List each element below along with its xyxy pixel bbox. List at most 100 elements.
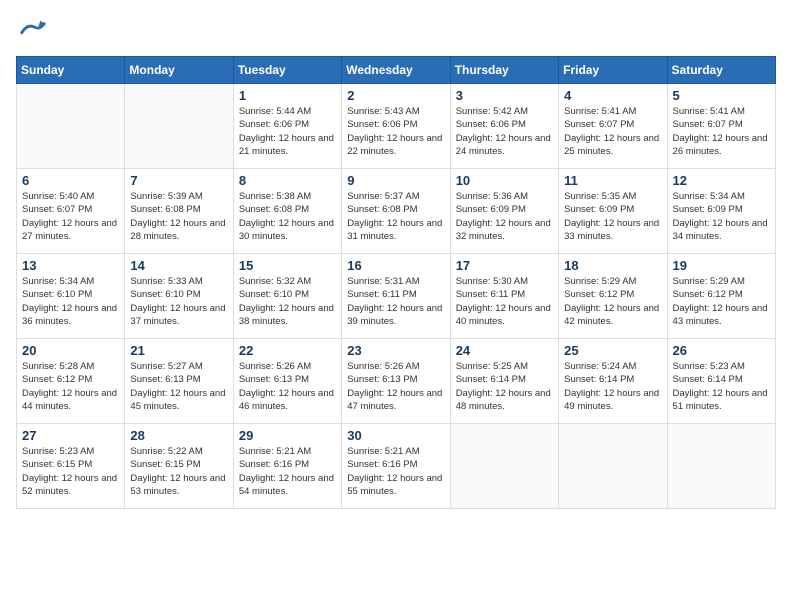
- calendar-cell: 22 Sunrise: 5:26 AMSunset: 6:13 PMDayligh…: [233, 339, 341, 424]
- calendar-table: SundayMondayTuesdayWednesdayThursdayFrid…: [16, 56, 776, 509]
- day-number: 13: [22, 258, 119, 273]
- day-info: Sunrise: 5:26 AMSunset: 6:13 PMDaylight:…: [347, 360, 444, 413]
- day-info: Sunrise: 5:29 AMSunset: 6:12 PMDaylight:…: [564, 275, 661, 328]
- calendar-cell: 18 Sunrise: 5:29 AMSunset: 6:12 PMDayligh…: [559, 254, 667, 339]
- calendar-cell: 17 Sunrise: 5:30 AMSunset: 6:11 PMDayligh…: [450, 254, 558, 339]
- calendar-cell: 24 Sunrise: 5:25 AMSunset: 6:14 PMDayligh…: [450, 339, 558, 424]
- day-number: 28: [130, 428, 227, 443]
- day-number: 6: [22, 173, 119, 188]
- day-header-sunday: Sunday: [17, 57, 125, 84]
- calendar-cell: 27 Sunrise: 5:23 AMSunset: 6:15 PMDayligh…: [17, 424, 125, 509]
- day-header-wednesday: Wednesday: [342, 57, 450, 84]
- calendar-cell: 14 Sunrise: 5:33 AMSunset: 6:10 PMDayligh…: [125, 254, 233, 339]
- day-info: Sunrise: 5:30 AMSunset: 6:11 PMDaylight:…: [456, 275, 553, 328]
- calendar-cell: 11Sunrise: 5:35 AMSunset: 6:09 PMDayligh…: [559, 169, 667, 254]
- calendar-cell: 30 Sunrise: 5:21 AMSunset: 6:16 PMDayligh…: [342, 424, 450, 509]
- day-number: 18: [564, 258, 661, 273]
- day-info: Sunrise: 5:34 AMSunset: 6:10 PMDaylight:…: [22, 275, 119, 328]
- day-number: 29: [239, 428, 336, 443]
- calendar-cell: 2 Sunrise: 5:43 AMSunset: 6:06 PMDaylight…: [342, 84, 450, 169]
- day-info: Sunrise: 5:35 AMSunset: 6:09 PMDaylight:…: [564, 190, 661, 243]
- calendar-cell: 12 Sunrise: 5:34 AMSunset: 6:09 PMDayligh…: [667, 169, 775, 254]
- calendar-cell: 13 Sunrise: 5:34 AMSunset: 6:10 PMDayligh…: [17, 254, 125, 339]
- calendar-week-4: 20 Sunrise: 5:28 AMSunset: 6:12 PMDayligh…: [17, 339, 776, 424]
- day-number: 24: [456, 343, 553, 358]
- day-number: 26: [673, 343, 770, 358]
- day-header-saturday: Saturday: [667, 57, 775, 84]
- page-header: [16, 16, 776, 44]
- day-info: Sunrise: 5:39 AMSunset: 6:08 PMDaylight:…: [130, 190, 227, 243]
- calendar-cell: 28 Sunrise: 5:22 AMSunset: 6:15 PMDayligh…: [125, 424, 233, 509]
- day-info: Sunrise: 5:41 AMSunset: 6:07 PMDaylight:…: [564, 105, 661, 158]
- day-header-monday: Monday: [125, 57, 233, 84]
- calendar-cell: 10Sunrise: 5:36 AMSunset: 6:09 PMDayligh…: [450, 169, 558, 254]
- day-info: Sunrise: 5:23 AMSunset: 6:14 PMDaylight:…: [673, 360, 770, 413]
- day-info: Sunrise: 5:24 AMSunset: 6:14 PMDaylight:…: [564, 360, 661, 413]
- calendar-cell: 20 Sunrise: 5:28 AMSunset: 6:12 PMDayligh…: [17, 339, 125, 424]
- day-number: 2: [347, 88, 444, 103]
- day-number: 20: [22, 343, 119, 358]
- day-info: Sunrise: 5:23 AMSunset: 6:15 PMDaylight:…: [22, 445, 119, 498]
- day-number: 30: [347, 428, 444, 443]
- calendar-week-1: 1 Sunrise: 5:44 AMSunset: 6:06 PMDaylight…: [17, 84, 776, 169]
- day-info: Sunrise: 5:29 AMSunset: 6:12 PMDaylight:…: [673, 275, 770, 328]
- calendar-cell: 21Sunrise: 5:27 AMSunset: 6:13 PMDayligh…: [125, 339, 233, 424]
- day-info: Sunrise: 5:38 AMSunset: 6:08 PMDaylight:…: [239, 190, 336, 243]
- day-number: 15: [239, 258, 336, 273]
- calendar-cell: 5 Sunrise: 5:41 AMSunset: 6:07 PMDaylight…: [667, 84, 775, 169]
- day-number: 22: [239, 343, 336, 358]
- calendar-cell: 26 Sunrise: 5:23 AMSunset: 6:14 PMDayligh…: [667, 339, 775, 424]
- day-number: 23: [347, 343, 444, 358]
- calendar-cell: 25 Sunrise: 5:24 AMSunset: 6:14 PMDayligh…: [559, 339, 667, 424]
- day-info: Sunrise: 5:44 AMSunset: 6:06 PMDaylight:…: [239, 105, 336, 158]
- day-header-tuesday: Tuesday: [233, 57, 341, 84]
- calendar-cell: 9Sunrise: 5:37 AMSunset: 6:08 PMDaylight…: [342, 169, 450, 254]
- day-info: Sunrise: 5:27 AMSunset: 6:13 PMDaylight:…: [130, 360, 227, 413]
- day-info: Sunrise: 5:26 AMSunset: 6:13 PMDaylight:…: [239, 360, 336, 413]
- logo-icon: [18, 16, 46, 44]
- day-number: 27: [22, 428, 119, 443]
- calendar-cell: 8 Sunrise: 5:38 AMSunset: 6:08 PMDaylight…: [233, 169, 341, 254]
- calendar-cell: [17, 84, 125, 169]
- day-info: Sunrise: 5:33 AMSunset: 6:10 PMDaylight:…: [130, 275, 227, 328]
- calendar-cell: 6 Sunrise: 5:40 AMSunset: 6:07 PMDaylight…: [17, 169, 125, 254]
- day-number: 8: [239, 173, 336, 188]
- calendar-cell: 19 Sunrise: 5:29 AMSunset: 6:12 PMDayligh…: [667, 254, 775, 339]
- calendar-cell: 23 Sunrise: 5:26 AMSunset: 6:13 PMDayligh…: [342, 339, 450, 424]
- calendar-cell: [450, 424, 558, 509]
- day-number: 12: [673, 173, 770, 188]
- calendar-week-2: 6 Sunrise: 5:40 AMSunset: 6:07 PMDaylight…: [17, 169, 776, 254]
- day-number: 25: [564, 343, 661, 358]
- day-info: Sunrise: 5:25 AMSunset: 6:14 PMDaylight:…: [456, 360, 553, 413]
- calendar-cell: 15 Sunrise: 5:32 AMSunset: 6:10 PMDayligh…: [233, 254, 341, 339]
- day-info: Sunrise: 5:21 AMSunset: 6:16 PMDaylight:…: [239, 445, 336, 498]
- calendar-cell: 1 Sunrise: 5:44 AMSunset: 6:06 PMDaylight…: [233, 84, 341, 169]
- calendar-week-5: 27 Sunrise: 5:23 AMSunset: 6:15 PMDayligh…: [17, 424, 776, 509]
- day-info: Sunrise: 5:21 AMSunset: 6:16 PMDaylight:…: [347, 445, 444, 498]
- day-header-friday: Friday: [559, 57, 667, 84]
- calendar-header-row: SundayMondayTuesdayWednesdayThursdayFrid…: [17, 57, 776, 84]
- day-info: Sunrise: 5:34 AMSunset: 6:09 PMDaylight:…: [673, 190, 770, 243]
- day-number: 14: [130, 258, 227, 273]
- day-number: 1: [239, 88, 336, 103]
- day-number: 17: [456, 258, 553, 273]
- day-info: Sunrise: 5:22 AMSunset: 6:15 PMDaylight:…: [130, 445, 227, 498]
- day-info: Sunrise: 5:31 AMSunset: 6:11 PMDaylight:…: [347, 275, 444, 328]
- calendar-cell: 3 Sunrise: 5:42 AMSunset: 6:06 PMDaylight…: [450, 84, 558, 169]
- day-number: 7: [130, 173, 227, 188]
- calendar-cell: [667, 424, 775, 509]
- day-info: Sunrise: 5:28 AMSunset: 6:12 PMDaylight:…: [22, 360, 119, 413]
- day-info: Sunrise: 5:32 AMSunset: 6:10 PMDaylight:…: [239, 275, 336, 328]
- calendar-cell: 16 Sunrise: 5:31 AMSunset: 6:11 PMDayligh…: [342, 254, 450, 339]
- day-info: Sunrise: 5:42 AMSunset: 6:06 PMDaylight:…: [456, 105, 553, 158]
- day-info: Sunrise: 5:43 AMSunset: 6:06 PMDaylight:…: [347, 105, 444, 158]
- day-number: 3: [456, 88, 553, 103]
- day-info: Sunrise: 5:36 AMSunset: 6:09 PMDaylight:…: [456, 190, 553, 243]
- day-info: Sunrise: 5:41 AMSunset: 6:07 PMDaylight:…: [673, 105, 770, 158]
- day-header-thursday: Thursday: [450, 57, 558, 84]
- day-number: 9: [347, 173, 444, 188]
- day-number: 16: [347, 258, 444, 273]
- day-info: Sunrise: 5:40 AMSunset: 6:07 PMDaylight:…: [22, 190, 119, 243]
- day-number: 19: [673, 258, 770, 273]
- day-number: 5: [673, 88, 770, 103]
